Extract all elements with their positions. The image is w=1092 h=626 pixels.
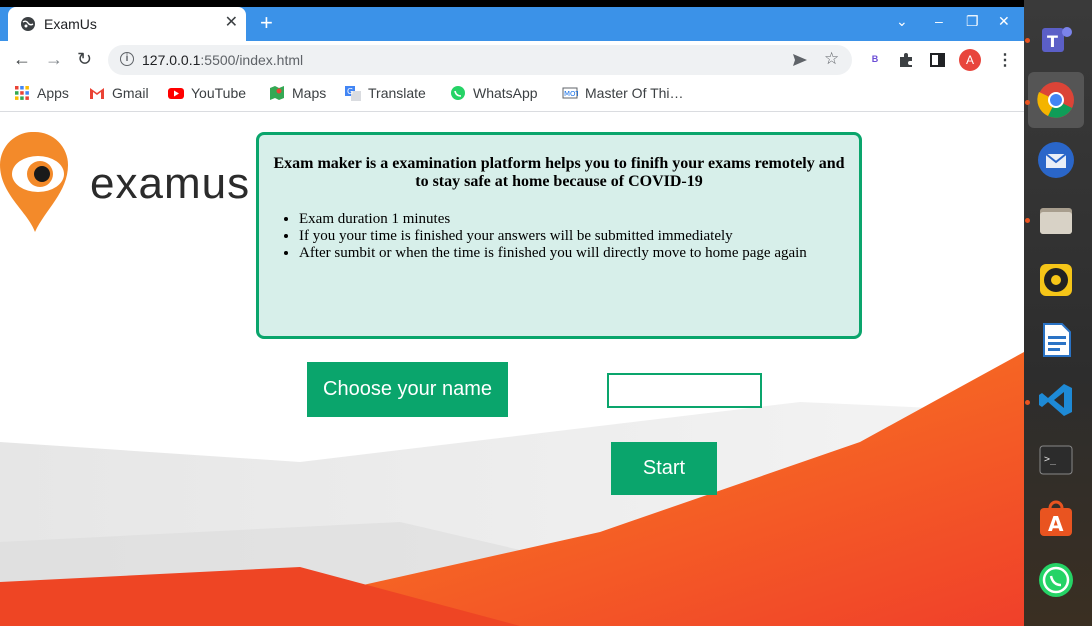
bookmark-whatsapp[interactable]: WhatsApp	[450, 85, 538, 101]
rhythmbox-icon[interactable]	[1032, 256, 1080, 304]
new-tab-button[interactable]: +	[260, 12, 273, 34]
svg-text:G: G	[347, 87, 353, 96]
terminal-icon[interactable]: >_	[1032, 436, 1080, 484]
maps-icon	[270, 86, 284, 100]
running-indicator	[1025, 38, 1030, 43]
site-info-icon[interactable]: i	[120, 52, 134, 66]
list-item: If you your time is finished your answer…	[299, 228, 859, 245]
bookmark-gmail[interactable]: Gmail	[89, 85, 149, 101]
thunderbird-icon[interactable]	[1032, 136, 1080, 184]
logo-text: examus	[90, 159, 251, 208]
vscode-icon[interactable]	[1032, 376, 1080, 424]
whatsapp-dock-icon[interactable]	[1032, 556, 1080, 604]
bookmark-label: Translate	[368, 85, 426, 101]
forward-icon[interactable]: →	[45, 49, 63, 69]
bookmark-label: Apps	[37, 85, 69, 101]
bookmark-star-icon[interactable]: ☆	[824, 49, 839, 69]
apps-grid-icon	[15, 86, 29, 100]
info-list: Exam duration 1 minutes If you your time…	[259, 211, 859, 262]
minimize-icon[interactable]: –	[935, 12, 943, 30]
menu-kebab-icon[interactable]: ⋮	[997, 50, 1013, 70]
site-icon: MOT	[562, 87, 578, 99]
page-content: examus Exam maker is a examination platf…	[0, 112, 1024, 626]
svg-text:A: A	[1048, 512, 1064, 536]
gmail-icon	[90, 88, 104, 99]
side-panel-icon[interactable]	[930, 53, 945, 67]
start-button[interactable]: Start	[611, 442, 717, 495]
writer-icon[interactable]	[1032, 316, 1080, 364]
bookmark-translate[interactable]: G Translate	[345, 85, 426, 101]
browser-window: ExamUs ✕ + ⌄ – ❐ ✕ ← → ↻ i 127.0.0.1:550…	[0, 0, 1024, 626]
ubuntu-dock: T >_ A	[1024, 0, 1092, 626]
tab-close-icon[interactable]: ✕	[225, 14, 238, 32]
back-icon[interactable]: ←	[13, 49, 31, 69]
whatsapp-icon	[451, 86, 465, 100]
translate-icon: G	[345, 86, 361, 101]
globe-icon	[21, 17, 35, 31]
tab-search-icon[interactable]: ⌄	[896, 12, 908, 30]
examus-logo-icon	[0, 132, 68, 232]
profile-avatar[interactable]: A	[959, 49, 981, 71]
url-host: 127.0.0.1	[142, 52, 201, 68]
address-bar[interactable]: i 127.0.0.1:5500/index.html ☆	[108, 45, 852, 75]
send-tab-icon[interactable]	[792, 53, 808, 67]
name-input[interactable]	[607, 373, 762, 408]
reload-icon[interactable]: ↻	[77, 49, 92, 69]
bookmark-apps[interactable]: Apps	[14, 85, 69, 101]
svg-text:T: T	[1047, 32, 1058, 51]
top-bar	[0, 0, 1024, 7]
bookmark-label: Maps	[292, 85, 327, 101]
bookmark-label: YouTube	[191, 85, 247, 101]
bookmark-label: Gmail	[112, 85, 149, 101]
choose-name-button[interactable]: Choose your name	[307, 362, 508, 417]
list-item: After sumbit or when the time is finishe…	[299, 245, 859, 262]
bookmark-label: WhatsApp	[473, 85, 538, 101]
chrome-icon[interactable]	[1032, 76, 1080, 124]
restore-icon[interactable]: ❐	[966, 12, 979, 30]
toolbar: ← → ↻ i 127.0.0.1:5500/index.html ☆ B A …	[0, 41, 1024, 79]
tab-title: ExamUs	[44, 16, 97, 32]
list-item: Exam duration 1 minutes	[299, 211, 859, 228]
info-title: Exam maker is a examination platform hel…	[273, 155, 845, 190]
extensions-puzzle-icon[interactable]	[898, 52, 914, 68]
software-center-icon[interactable]: A	[1032, 496, 1080, 544]
running-indicator	[1025, 100, 1030, 105]
svg-text:>_: >_	[1044, 454, 1057, 465]
url-path: :5500/index.html	[200, 52, 304, 68]
svg-text:MOT: MOT	[564, 90, 578, 98]
bookmarks-bar: Apps Gmail YouTube Maps G Translate What…	[0, 79, 1024, 112]
bookmark-youtube[interactable]: YouTube	[168, 85, 246, 101]
youtube-icon	[168, 88, 184, 99]
files-icon[interactable]	[1032, 196, 1080, 244]
tab-examus[interactable]: ExamUs ✕	[8, 7, 246, 41]
url-text: 127.0.0.1:5500/index.html	[142, 52, 303, 68]
bookmark-master[interactable]: MOT Master Of Thi…	[562, 85, 684, 101]
close-window-icon[interactable]: ✕	[998, 12, 1010, 30]
extension-b-icon[interactable]: B	[866, 50, 884, 68]
running-indicator	[1025, 218, 1030, 223]
info-box: Exam maker is a examination platform hel…	[256, 132, 862, 339]
teams-icon[interactable]: T	[1032, 16, 1080, 64]
bookmark-maps[interactable]: Maps	[269, 85, 326, 101]
bookmark-label: Master Of Thi…	[585, 85, 684, 101]
running-indicator	[1025, 400, 1030, 405]
